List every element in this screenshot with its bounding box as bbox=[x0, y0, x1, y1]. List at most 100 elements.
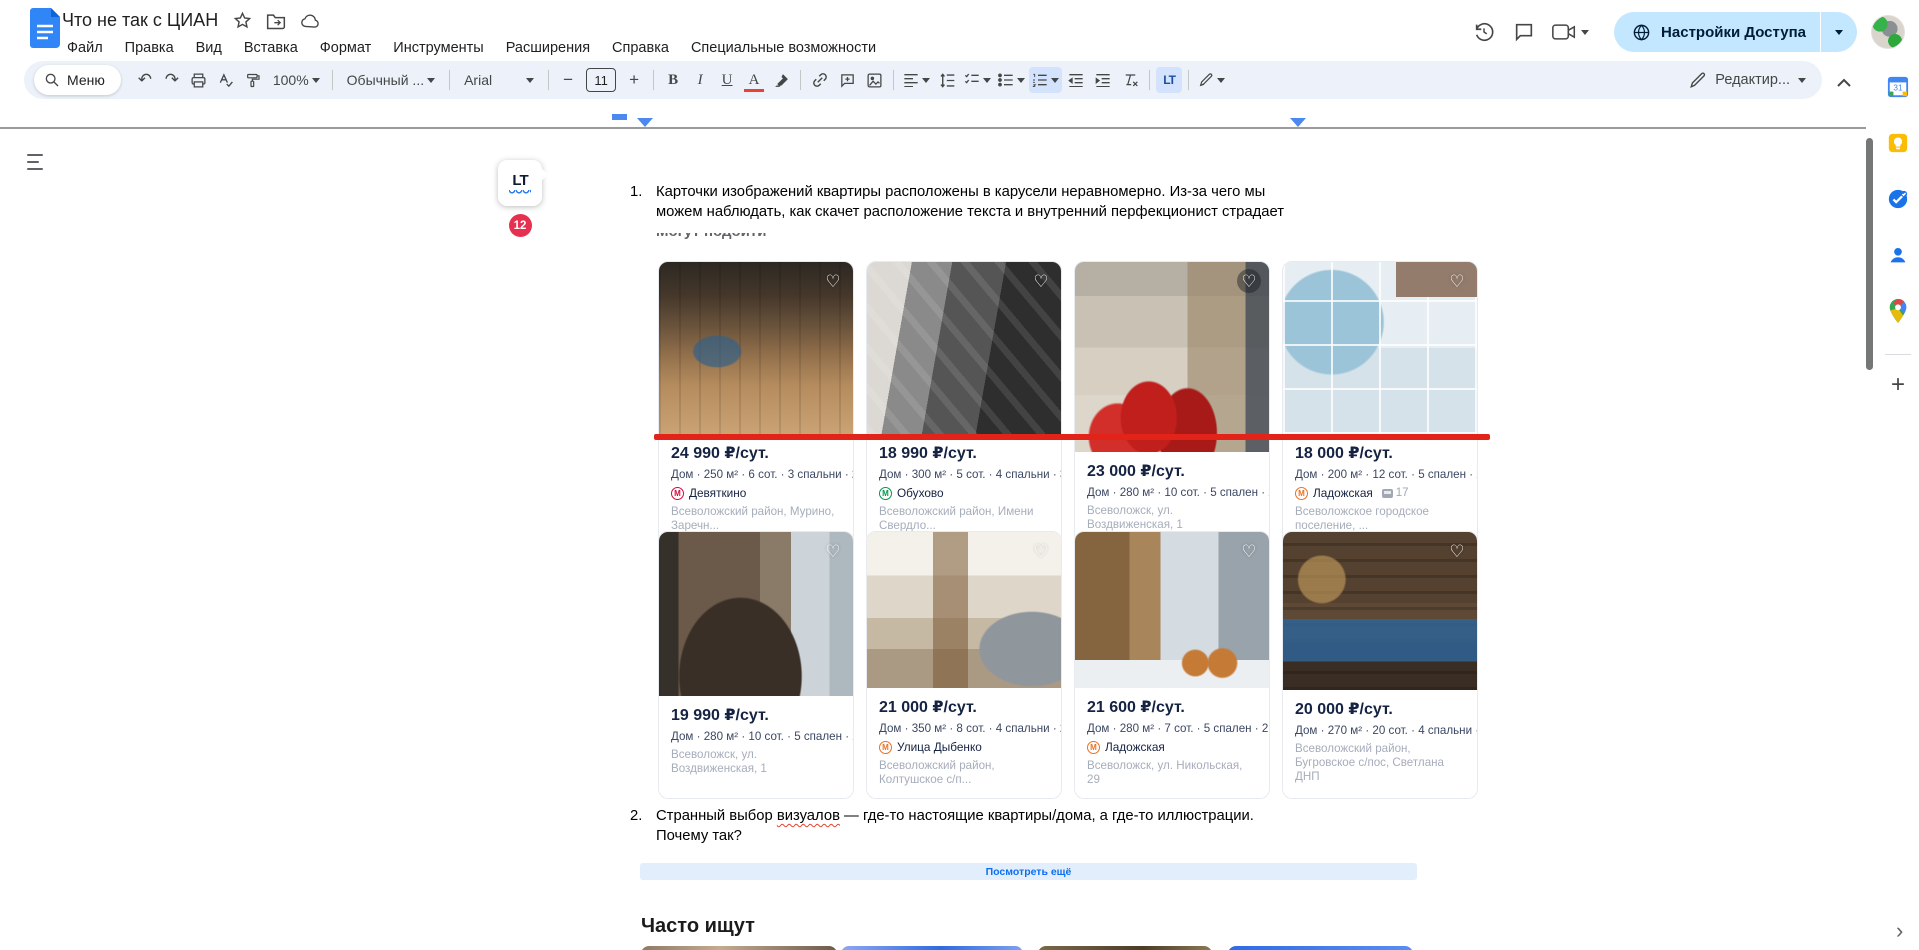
listing-price: 18 990 ₽/сут. bbox=[879, 443, 1049, 463]
pen-tool-button[interactable] bbox=[1195, 67, 1228, 93]
see-more-button[interactable]: Посмотреть ещё bbox=[640, 863, 1417, 880]
share-button[interactable]: Настройки Доступа bbox=[1614, 12, 1857, 52]
menu-item[interactable]: Расширения bbox=[497, 38, 599, 58]
maps-icon[interactable] bbox=[1881, 294, 1915, 328]
align-button[interactable] bbox=[900, 67, 933, 93]
favorite-heart-icon[interactable]: ♡ bbox=[1237, 269, 1261, 293]
menu-item[interactable]: Специальные возможности bbox=[682, 38, 885, 58]
listing-photo[interactable]: ♡ bbox=[867, 262, 1061, 434]
favorite-heart-icon[interactable]: ♡ bbox=[821, 269, 845, 293]
listing-photo[interactable]: ♡ bbox=[867, 532, 1061, 688]
spellcheck-button[interactable] bbox=[213, 67, 239, 93]
often-tile-autumn-photo[interactable] bbox=[1038, 946, 1212, 950]
font-select[interactable]: Arial bbox=[456, 67, 542, 93]
clear-formatting-button[interactable] bbox=[1117, 67, 1143, 93]
favorite-heart-icon[interactable]: ♡ bbox=[1445, 269, 1469, 293]
doc-list-item-1[interactable]: 1. Карточки изображений квартиры располо… bbox=[630, 182, 1330, 222]
favorite-heart-icon[interactable]: ♡ bbox=[1237, 539, 1261, 563]
version-history-icon[interactable] bbox=[1464, 12, 1504, 52]
listing-photo[interactable]: ♡ bbox=[1075, 262, 1269, 452]
languagetool-button[interactable]: LT bbox=[1156, 67, 1182, 93]
often-tile-blue-illustration[interactable] bbox=[841, 946, 1023, 950]
font-size-input[interactable]: 11 bbox=[586, 68, 616, 92]
italic-button[interactable]: I bbox=[687, 67, 713, 93]
often-tile-blue-gradient[interactable] bbox=[1228, 946, 1413, 950]
zoom-select[interactable]: 100% bbox=[267, 67, 326, 93]
doc-list-item-2[interactable]: 2. Странный выбор визуалов — где-то наст… bbox=[630, 806, 1330, 846]
star-icon[interactable] bbox=[232, 11, 252, 31]
ruler-right-indent-marker[interactable] bbox=[1290, 118, 1306, 127]
menu-item[interactable]: Справка bbox=[603, 38, 678, 58]
listing-card[interactable]: ♡ 18 000 ₽/сут. Дом · 200 м² · 12 сот. ·… bbox=[1282, 261, 1478, 545]
favorite-heart-icon[interactable]: ♡ bbox=[1029, 539, 1053, 563]
menu-item[interactable]: Правка bbox=[116, 38, 183, 58]
numbered-list-button[interactable] bbox=[1029, 67, 1062, 93]
checklist-button[interactable] bbox=[961, 67, 994, 93]
editing-mode-select[interactable]: Редактир... bbox=[1689, 71, 1812, 89]
menu-item[interactable]: Вид bbox=[187, 38, 231, 58]
ruler-left-indent-marker[interactable] bbox=[637, 118, 653, 127]
listing-card[interactable]: ♡ 18 990 ₽/сут. Дом · 300 м² · 5 сот. · … bbox=[866, 261, 1062, 545]
decrease-font-size-button[interactable]: − bbox=[555, 67, 581, 93]
often-tile-photo[interactable] bbox=[641, 946, 837, 950]
move-folder-icon[interactable] bbox=[266, 11, 286, 31]
tasks-icon[interactable] bbox=[1881, 182, 1915, 216]
decrease-indent-button[interactable] bbox=[1063, 67, 1089, 93]
line-spacing-button[interactable] bbox=[934, 67, 960, 93]
search-menus-button[interactable]: Меню bbox=[34, 65, 121, 95]
ruler-margin-marker[interactable] bbox=[612, 114, 627, 120]
listing-card[interactable]: ♡ 21 000 ₽/сут. Дом · 350 м² · 8 сот. · … bbox=[866, 531, 1062, 799]
meet-dropdown-caret-icon[interactable] bbox=[1581, 30, 1589, 35]
keep-icon[interactable] bbox=[1881, 126, 1915, 160]
menu-item[interactable]: Формат bbox=[311, 38, 381, 58]
undo-button[interactable]: ↶ bbox=[132, 67, 158, 93]
redo-button[interactable]: ↷ bbox=[159, 67, 185, 93]
listing-card[interactable]: ♡ 21 600 ₽/сут. Дом · 280 м² · 7 сот. · … bbox=[1074, 531, 1270, 799]
hide-menus-button[interactable] bbox=[1832, 70, 1856, 94]
favorite-heart-icon[interactable]: ♡ bbox=[1445, 539, 1469, 563]
listing-photo[interactable]: ♡ bbox=[659, 262, 853, 434]
hide-side-panel-icon[interactable]: › bbox=[1896, 918, 1903, 944]
menu-item[interactable]: Вставка bbox=[235, 38, 307, 58]
paragraph-style-select[interactable]: Обычный ... bbox=[339, 67, 443, 93]
text-color-button[interactable]: A bbox=[741, 67, 767, 93]
calendar-icon[interactable]: 31 bbox=[1881, 70, 1915, 104]
listing-photo[interactable]: ♡ bbox=[659, 532, 853, 696]
menu-item[interactable]: Файл bbox=[58, 38, 112, 58]
listing-card[interactable]: ♡ 19 990 ₽/сут. Дом · 280 м² · 10 сот. ·… bbox=[658, 531, 854, 799]
document-outline-icon[interactable] bbox=[26, 152, 48, 172]
meet-video-icon[interactable] bbox=[1544, 12, 1596, 52]
google-docs-logo-icon[interactable] bbox=[30, 8, 60, 48]
underline-button[interactable]: U bbox=[714, 67, 740, 93]
listing-photo[interactable]: ♡ bbox=[1283, 262, 1477, 434]
bulleted-list-button[interactable] bbox=[995, 67, 1028, 93]
menu-item[interactable]: Инструменты bbox=[384, 38, 492, 58]
add-comment-button[interactable] bbox=[834, 67, 860, 93]
get-addons-button[interactable]: + bbox=[1891, 371, 1905, 399]
listing-cards-row-2: ♡ 19 990 ₽/сут. Дом · 280 м² · 10 сот. ·… bbox=[658, 531, 1478, 799]
listing-photo[interactable]: ♡ bbox=[1075, 532, 1269, 688]
user-avatar[interactable] bbox=[1871, 15, 1905, 49]
increase-indent-button[interactable] bbox=[1090, 67, 1116, 93]
vertical-scrollbar[interactable] bbox=[1866, 138, 1873, 370]
paint-format-button[interactable] bbox=[240, 67, 266, 93]
share-dropdown[interactable] bbox=[1821, 12, 1857, 52]
document-title[interactable]: Что не так с ЦИАН bbox=[62, 10, 218, 31]
listing-photo[interactable]: ♡ bbox=[1283, 532, 1477, 690]
highlight-color-button[interactable] bbox=[768, 67, 794, 93]
cloud-status-icon[interactable] bbox=[300, 11, 320, 31]
languagetool-issue-count[interactable]: 12 bbox=[509, 214, 532, 237]
listing-card[interactable]: ♡ 24 990 ₽/сут. Дом · 250 м² · 6 сот. · … bbox=[658, 261, 854, 545]
increase-font-size-button[interactable]: + bbox=[621, 67, 647, 93]
bold-button[interactable]: B bbox=[660, 67, 686, 93]
favorite-heart-icon[interactable]: ♡ bbox=[821, 539, 845, 563]
comments-icon[interactable] bbox=[1504, 12, 1544, 52]
insert-image-button[interactable] bbox=[861, 67, 887, 93]
print-button[interactable] bbox=[186, 67, 212, 93]
favorite-heart-icon[interactable]: ♡ bbox=[1029, 269, 1053, 293]
insert-link-button[interactable] bbox=[807, 67, 833, 93]
listing-card[interactable]: ♡ 23 000 ₽/сут. Дом · 280 м² · 10 сот. ·… bbox=[1074, 261, 1270, 545]
listing-card[interactable]: ♡ 20 000 ₽/сут. Дом · 270 м² · 20 сот. ·… bbox=[1282, 531, 1478, 799]
languagetool-badge[interactable]: LT 12 bbox=[498, 160, 542, 238]
contacts-icon[interactable] bbox=[1881, 238, 1915, 272]
